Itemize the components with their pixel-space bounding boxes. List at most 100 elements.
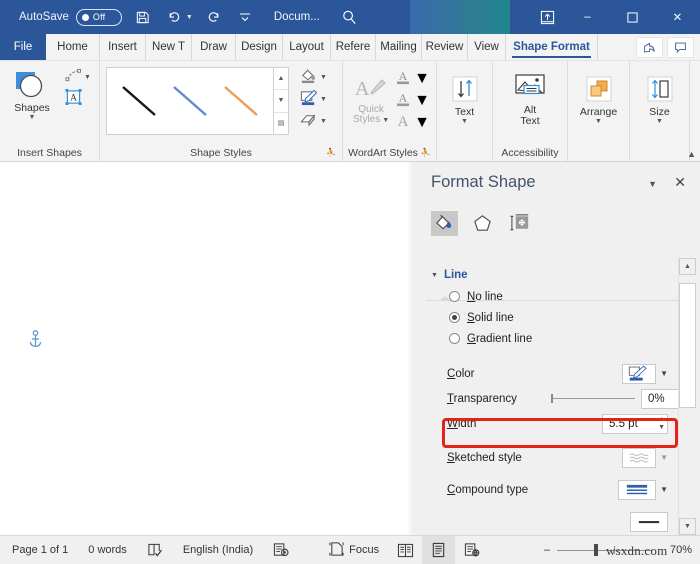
scroll-down-icon[interactable]: ▼	[679, 518, 696, 535]
text-outline-dropdown-icon[interactable]: ▼	[414, 92, 430, 110]
arrange-dropdown-icon[interactable]: ▼	[595, 118, 602, 126]
text-effects-dropdown-icon[interactable]: ▼	[414, 114, 430, 132]
gallery-more-icon[interactable]: ▤	[274, 113, 288, 134]
line-color-dropdown-icon[interactable]: ▼	[660, 369, 668, 378]
panel-dropdown-icon[interactable]: ▼	[648, 179, 657, 189]
line-color-button[interactable]	[622, 364, 656, 384]
panel-scrollbar[interactable]: ▲ ▼	[678, 258, 695, 535]
text-fill-button[interactable]: A ▼	[395, 68, 430, 90]
document-canvas[interactable]	[0, 162, 414, 535]
shape-outline-button[interactable]: ▼	[297, 89, 329, 110]
shape-effects-dropdown-icon[interactable]: ▼	[320, 118, 327, 125]
comment-icon[interactable]	[667, 37, 694, 58]
fill-line-tab[interactable]	[431, 211, 458, 236]
shape-fill-dropdown-icon[interactable]: ▼	[320, 74, 327, 81]
accessibility-checker-icon[interactable]	[263, 536, 299, 564]
close-button[interactable]: ✕	[655, 0, 700, 34]
panel-close-icon[interactable]: ✕	[674, 174, 686, 191]
focus-mode-button[interactable]: Focus	[299, 536, 389, 564]
tab-shape-format[interactable]: Shape Format	[506, 34, 598, 60]
size-button[interactable]: Size ▼	[636, 69, 683, 126]
transparency-slider[interactable]	[551, 394, 635, 403]
collapse-ribbon-icon[interactable]: ▲	[687, 149, 696, 159]
width-value[interactable]: 5.5 pt	[603, 418, 638, 430]
shape-styles-dialog-launcher[interactable]: ⛹	[326, 148, 336, 157]
document-page[interactable]	[0, 162, 414, 535]
tab-references[interactable]: Refere	[331, 34, 376, 60]
gradient-line-radio-control[interactable]	[449, 333, 460, 344]
gradient-line-radio[interactable]: Gradient line	[414, 328, 684, 349]
alt-text-button[interactable]: Alt Text	[504, 67, 556, 126]
transparency-value[interactable]: 0%	[642, 393, 665, 405]
tab-design[interactable]: Design	[236, 34, 283, 60]
read-mode-button[interactable]	[389, 536, 422, 564]
save-icon[interactable]	[133, 6, 153, 28]
minimize-button[interactable]: –	[565, 0, 610, 34]
solid-line-radio[interactable]: Solid line	[414, 307, 684, 328]
text-direction-button[interactable]: Text ▼	[443, 69, 486, 126]
panel-scrollbar-thumb[interactable]	[679, 283, 696, 408]
gallery-scroll-up-icon[interactable]: ▲	[274, 68, 288, 90]
undo-icon[interactable]	[164, 6, 184, 28]
shape-fill-button[interactable]: ▼	[297, 67, 329, 88]
text-effects-button[interactable]: A ▼	[395, 112, 430, 134]
zoom-slider-thumb[interactable]	[594, 544, 598, 556]
line-section-header[interactable]: ▼ Line	[414, 264, 684, 286]
compound-type-button[interactable]	[618, 480, 656, 500]
tab-new-tab[interactable]: New T	[146, 34, 192, 60]
layout-properties-tab[interactable]	[507, 211, 534, 236]
style-blue-line[interactable]	[168, 79, 212, 123]
text-fill-dropdown-icon[interactable]: ▼	[414, 70, 430, 88]
sketched-style-dropdown-icon[interactable]: ▼	[660, 453, 668, 462]
no-line-radio-control[interactable]	[449, 291, 460, 302]
effects-tab[interactable]	[469, 211, 496, 236]
tab-view[interactable]: View	[468, 34, 506, 60]
arrange-button[interactable]: Arrange ▼	[574, 69, 623, 126]
no-line-radio[interactable]: No line	[414, 286, 684, 307]
width-spin-down-icon[interactable]: ▼	[658, 425, 665, 431]
style-orange-line[interactable]	[219, 79, 263, 123]
wordart-styles-dialog-launcher[interactable]: ⛹	[421, 148, 431, 157]
dash-type-button[interactable]	[630, 512, 668, 532]
undo-dropdown-icon[interactable]: ▼	[186, 14, 193, 21]
language-indicator[interactable]: English (India)	[173, 536, 263, 564]
print-layout-button[interactable]	[422, 536, 455, 564]
tab-insert[interactable]: Insert	[100, 34, 146, 60]
shape-styles-gallery[interactable]	[106, 67, 274, 135]
maximize-button[interactable]	[610, 0, 655, 34]
solid-line-radio-control[interactable]	[449, 312, 460, 323]
shapes-dropdown-icon[interactable]: ▼	[29, 114, 36, 122]
share-icon[interactable]	[636, 37, 663, 58]
size-dropdown-icon[interactable]: ▼	[656, 118, 663, 126]
quick-styles-button[interactable]: A Quick Styles ▼	[349, 67, 393, 125]
shape-effects-button[interactable]: ▼	[297, 111, 329, 132]
shapes-button[interactable]: Shapes ▼	[6, 65, 58, 122]
text-dropdown-icon[interactable]: ▼	[461, 118, 468, 126]
text-outline-button[interactable]: A ▼	[395, 90, 430, 112]
line-section-expand-icon[interactable]: ▼	[431, 272, 438, 279]
edit-shape-dropdown-icon[interactable]: ▼	[84, 74, 91, 81]
tab-layout[interactable]: Layout	[283, 34, 331, 60]
text-box-button[interactable]: A	[63, 89, 93, 110]
ribbon-display-options-icon[interactable]	[529, 0, 565, 34]
document-name[interactable]: Docum...	[274, 11, 320, 23]
redo-icon[interactable]	[204, 6, 224, 28]
web-layout-button[interactable]	[455, 536, 488, 564]
word-count[interactable]: 0 words	[78, 536, 137, 564]
shape-outline-dropdown-icon[interactable]: ▼	[320, 96, 327, 103]
search-icon[interactable]	[340, 6, 360, 28]
transparency-slider-track[interactable]	[553, 398, 635, 399]
zoom-out-button[interactable]: –	[544, 544, 550, 556]
width-spin-up-icon[interactable]: ▲	[658, 417, 665, 423]
scroll-up-icon[interactable]: ▲	[679, 258, 696, 275]
width-spinner-arrows[interactable]: ▲ ▼	[658, 415, 665, 433]
width-spinner[interactable]: 5.5 pt ▲ ▼	[602, 414, 668, 434]
tab-file[interactable]: File	[0, 34, 46, 60]
tab-review[interactable]: Review	[422, 34, 468, 60]
tab-mailings[interactable]: Mailing	[376, 34, 422, 60]
style-black-line[interactable]	[117, 79, 161, 123]
tab-home[interactable]: Home	[46, 34, 100, 60]
tab-draw[interactable]: Draw	[192, 34, 236, 60]
autosave-toggle[interactable]: Off	[76, 9, 122, 26]
quick-access-toolbar-more-icon[interactable]	[235, 6, 255, 28]
